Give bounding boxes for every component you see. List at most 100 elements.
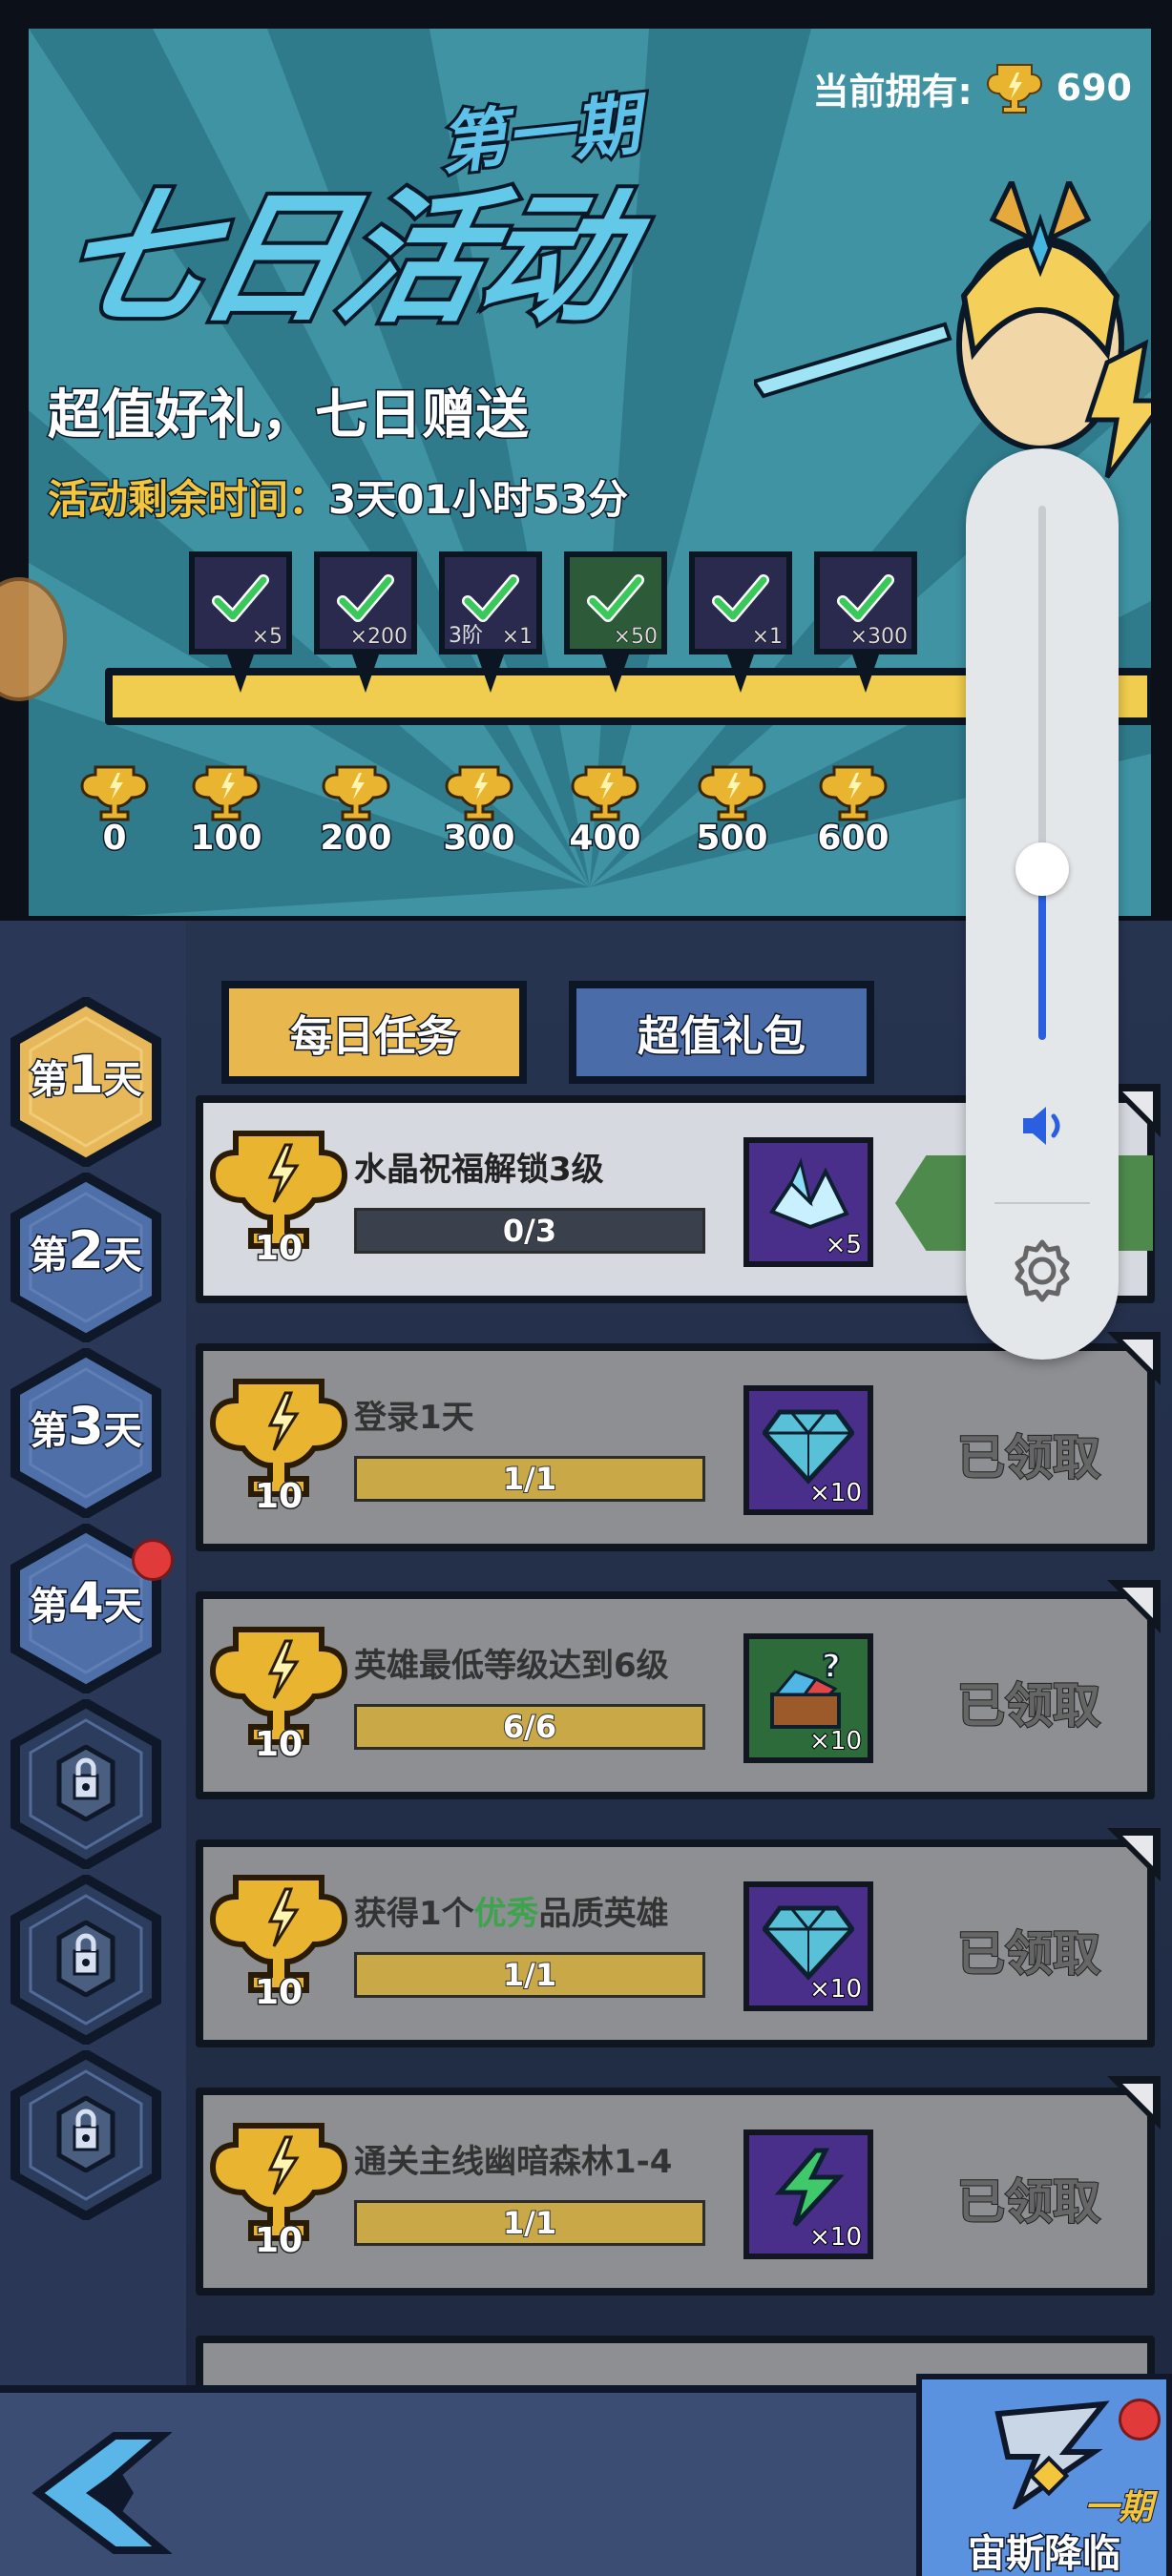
task-reward-count: ×10 [808,1478,863,1508]
milestone-reward-2[interactable]: ×200 [314,551,417,654]
check-icon [212,574,269,622]
day-label: 第2天 [29,1219,144,1282]
day-tab-1[interactable]: 第1天 [10,997,162,1167]
task-progress-bar: 0/3 [354,1208,705,1254]
bottom-bar: 一期 宙斯降临 [0,2374,1172,2576]
trophy-icon [322,765,390,821]
settings-gear-icon[interactable] [1008,1236,1077,1305]
diamond-icon [763,1409,854,1485]
task-points: 10 [253,1724,303,1766]
volume-panel [966,448,1119,1360]
task-reward-item[interactable]: ×10 [743,1881,873,2011]
day-tab-locked[interactable] [10,1875,162,2045]
task-card: 10 通关主线幽暗森林1-4 1/1 ×10 已领取 [196,2076,1161,2296]
task-reward-count: ×10 [808,1974,863,2005]
reward-count: ×5 [251,625,283,650]
zeus-event-button[interactable]: 一期 宙斯降临 [916,2374,1172,2576]
reward-pointer [352,654,379,693]
reward-count: ×300 [849,625,908,650]
check-icon [587,574,644,622]
tab-daily-tasks[interactable]: 每日任务 [208,964,533,1090]
reward-pointer [477,654,504,693]
milestone-reward-3[interactable]: ×1 3阶 [439,551,542,654]
milestone-reward-1[interactable]: ×5 [189,551,292,654]
tab-value-packs[interactable]: 超值礼包 [555,964,880,1090]
svg-text:?: ? [822,1651,841,1686]
check-icon [712,574,769,622]
claimed-status: 已领取 [956,1429,1101,1486]
card-corner-decoration [1107,2076,1161,2129]
volume-divider [994,1202,1090,1204]
tab-value-packs-label: 超值礼包 [569,981,874,1084]
task-card: 10 登录1天 1/1 ×10 已领取 [196,1332,1161,1551]
energy-bolt-icon [774,2148,845,2227]
diamond-icon [763,1905,854,1981]
task-card-body: 10 通关主线幽暗森林1-4 1/1 ×10 已领取 [203,2095,1147,2288]
trophy-icon [192,765,261,821]
task-card: 10 获得1个优秀品质英雄 1/1 ×10 已领取 [196,1828,1161,2047]
task-title: 登录1天 [354,1399,474,1437]
lock-icon [56,1921,115,1997]
task-reward-count: ×5 [825,1230,863,1260]
milestone-600: 600 [810,763,896,860]
reward-count: ×1 [501,625,533,650]
speaker-icon[interactable] [1014,1097,1071,1154]
milestone-reward-5[interactable]: ×1 [689,551,792,654]
milestone-value: 200 [319,818,393,860]
tab-daily-tasks-label: 每日任务 [221,981,527,1084]
day-tab-locked[interactable] [10,1699,162,1869]
reward-pointer [852,654,879,693]
day-label: 第3天 [29,1395,144,1458]
milestone-reward-6[interactable]: ×300 [814,551,917,654]
day-tab-2[interactable]: 第2天 [10,1173,162,1342]
day-tab-locked[interactable] [10,2050,162,2220]
day-notification-badge [132,1539,174,1581]
task-title: 通关主线幽暗森林1-4 [354,2143,673,2181]
reward-pointer [227,654,254,693]
notification-badge [1119,2399,1161,2441]
milestone-500: 500 [689,763,775,860]
task-reward-item[interactable]: ? ×10 [743,1633,873,1763]
milestone-100: 100 [183,763,269,860]
day-label: 第4天 [29,1570,144,1633]
check-icon [337,574,394,622]
reward-count: ×1 [751,625,783,650]
reward-tier: 3阶 [449,624,483,648]
milestone-value: 0 [101,818,128,860]
task-points: 10 [253,1228,303,1270]
milestone-value: 500 [695,818,769,860]
task-reward-count: ×10 [808,1726,863,1756]
card-corner-decoration [1107,1332,1161,1385]
task-card-body: 10 获得1个优秀品质英雄 1/1 ×10 已领取 [203,1847,1147,2040]
milestone-reward-4[interactable]: ×50 [564,551,667,654]
check-icon [837,574,894,622]
volume-slider-handle[interactable] [1015,841,1069,896]
task-progress-bar: 6/6 [354,1704,705,1750]
milestone-value: 100 [189,818,263,860]
task-progress-bar: 1/1 [354,1952,705,1998]
trophy-icon [445,765,513,821]
task-reward-item[interactable]: ×10 [743,2129,873,2259]
reward-pointer [602,654,629,693]
task-reward-item[interactable]: ×5 [743,1137,873,1267]
day-tab-3[interactable]: 第3天 [10,1348,162,1518]
claimed-status: 已领取 [956,1925,1101,1983]
lock-icon [56,2096,115,2172]
card-corner-decoration [1107,1580,1161,1633]
day-label: 第1天 [29,1044,144,1107]
reward-count: ×50 [613,625,658,650]
task-card-body: 10 英雄最低等级达到6级 6/6? ×10 已领取 [203,1599,1147,1792]
task-card-body: 10 登录1天 1/1 ×10 已领取 [203,1351,1147,1544]
day-tab-4[interactable]: 第4天 [10,1524,174,1693]
zeus-event-label: 宙斯降临 [967,2531,1122,2576]
trophy-icon [698,765,766,821]
task-reward-item[interactable]: ×10 [743,1385,873,1515]
mystery-chest-icon: ? [770,1651,842,1729]
task-title: 获得1个优秀品质英雄 [354,1895,669,1933]
lock-icon [56,1745,115,1821]
reward-count: ×200 [349,625,408,650]
back-arrow-icon[interactable] [29,2431,172,2555]
milestone-value: 300 [442,818,516,860]
milestone-400: 400 [562,763,648,860]
task-title: 英雄最低等级达到6级 [354,1647,669,1685]
